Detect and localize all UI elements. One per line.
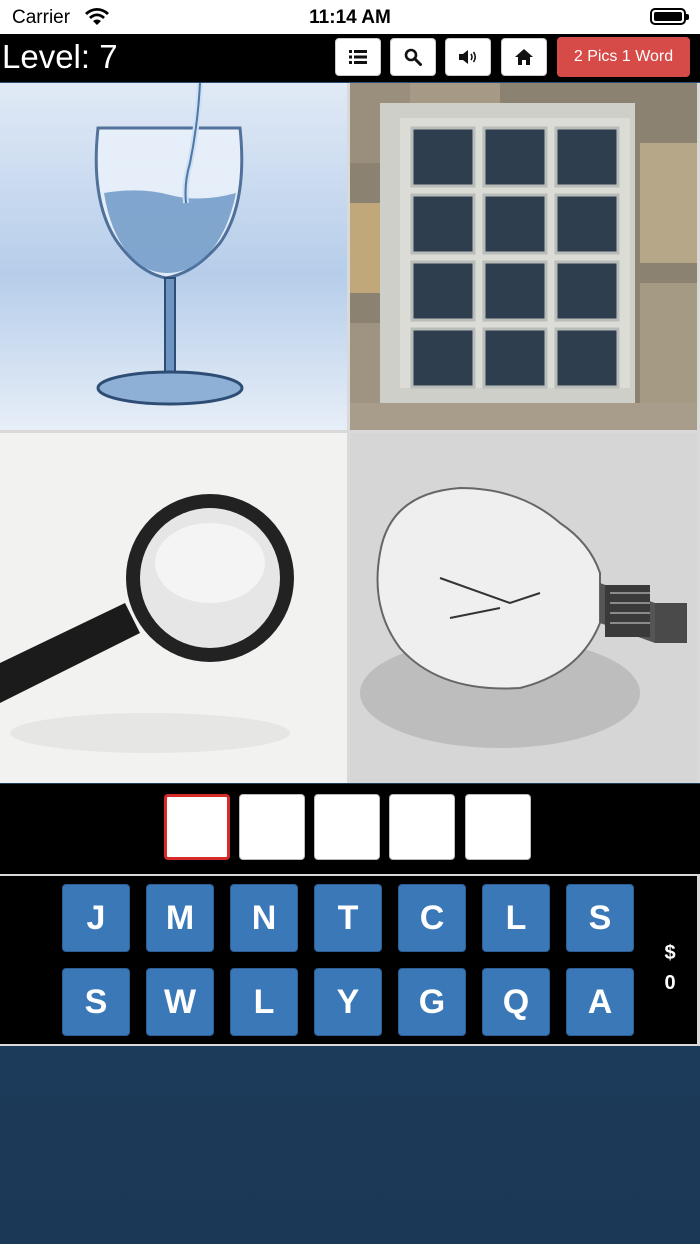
answer-slot[interactable] <box>164 794 230 860</box>
letter-key[interactable]: T <box>314 884 382 952</box>
home-icon <box>515 49 533 65</box>
letter-key[interactable]: L <box>482 884 550 952</box>
search-button[interactable] <box>390 38 436 76</box>
letter-key[interactable]: G <box>398 968 466 1036</box>
letter-key[interactable]: M <box>146 884 214 952</box>
list-button[interactable] <box>335 38 381 76</box>
answer-slot[interactable] <box>314 794 380 860</box>
letter-key[interactable]: W <box>146 968 214 1036</box>
letter-key[interactable]: Q <box>482 968 550 1036</box>
brand-button[interactable]: 2 Pics 1 Word <box>557 37 690 77</box>
coin-counter: $ 0 <box>656 938 684 998</box>
picture-glass-window <box>350 83 697 430</box>
letter-key[interactable]: S <box>566 884 634 952</box>
letter-key[interactable]: J <box>62 884 130 952</box>
coin-symbol: $ <box>664 942 676 964</box>
letter-key[interactable]: S <box>62 968 130 1036</box>
answer-slot[interactable] <box>465 794 531 860</box>
letter-key[interactable]: C <box>398 884 466 952</box>
picture-magnifying-glass <box>0 433 347 783</box>
level-label: Level: 7 <box>2 38 118 75</box>
picture-light-bulb <box>350 433 697 783</box>
letter-keyboard: J M N T C L S S W L Y G Q A $ 0 <box>0 876 700 1046</box>
letter-key[interactable]: L <box>230 968 298 1036</box>
list-icon <box>349 50 367 64</box>
clock: 11:14 AM <box>309 7 391 28</box>
home-button[interactable] <box>501 38 547 76</box>
answer-row <box>0 784 700 874</box>
search-icon <box>404 48 422 66</box>
coin-amount: 0 <box>664 972 676 994</box>
picture-wine-glass <box>0 83 347 430</box>
top-bar: Level: 7 2 Pics 1 Word <box>0 34 700 82</box>
pictures-grid <box>0 83 700 783</box>
status-bar: Carrier 11:14 AM <box>0 0 700 34</box>
sound-button[interactable] <box>445 38 491 76</box>
sound-icon <box>459 50 477 64</box>
answer-slot[interactable] <box>389 794 455 860</box>
battery-icon <box>650 8 689 25</box>
letter-key[interactable]: N <box>230 884 298 952</box>
letter-key[interactable]: Y <box>314 968 382 1036</box>
letter-key[interactable]: A <box>566 968 634 1036</box>
answer-slot[interactable] <box>239 794 305 860</box>
